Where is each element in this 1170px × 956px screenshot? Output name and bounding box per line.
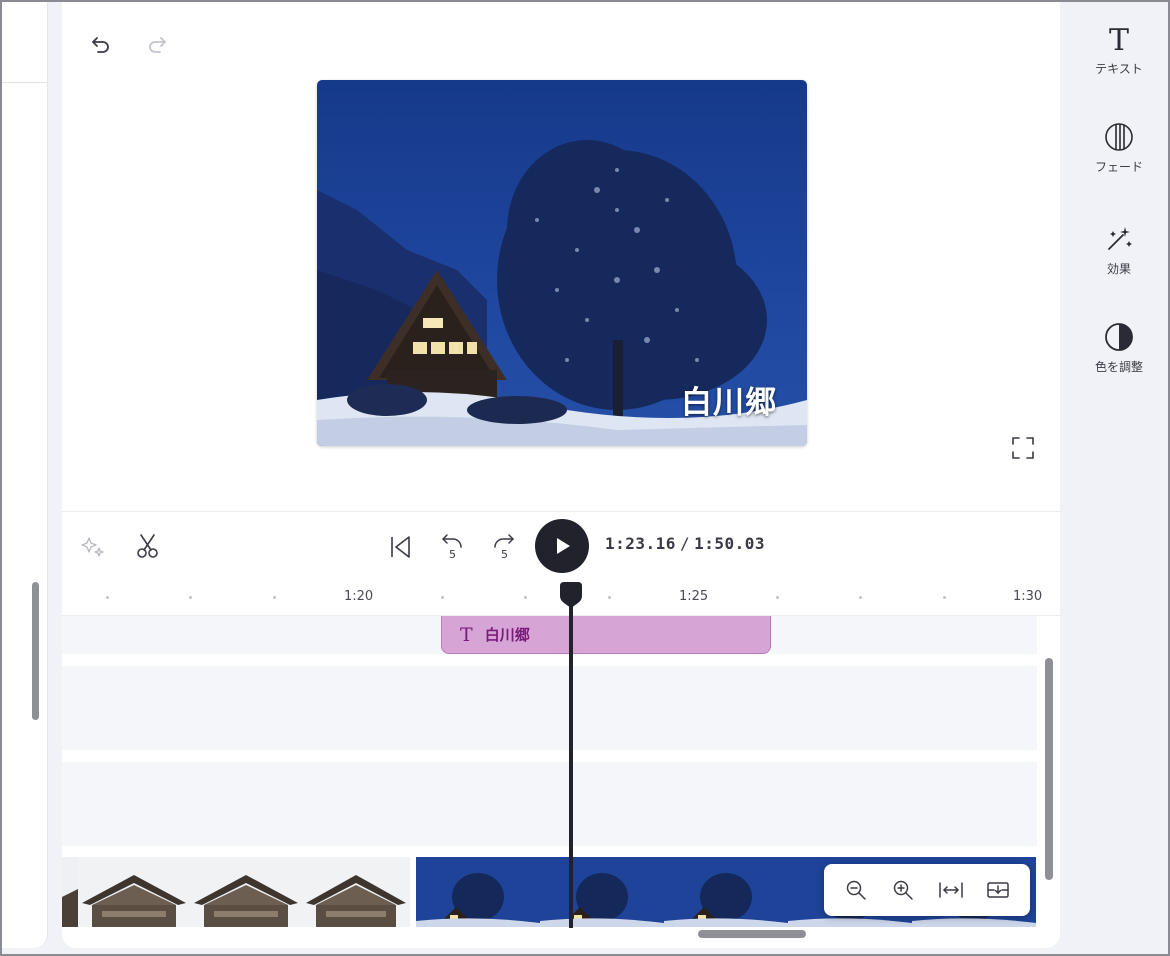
ruler-tick [943, 596, 946, 599]
ruler-label: 1:20 [344, 589, 374, 604]
fullscreen-button[interactable] [1009, 434, 1037, 462]
svg-text:T: T [1109, 23, 1129, 55]
color-adjust-tool[interactable]: 色を調整 [1078, 318, 1160, 375]
zoom-toolbar [824, 864, 1030, 916]
magic-edit-button[interactable] [78, 532, 108, 562]
fade-icon [1099, 118, 1139, 156]
current-time: 1:23.16 [605, 534, 676, 553]
ruler-tick [524, 596, 527, 599]
text-clip-icon: T [460, 623, 473, 646]
empty-track[interactable] [62, 762, 1037, 846]
color-adjust-tool-label: 色を調整 [1094, 360, 1143, 374]
video-thumbnail [664, 857, 788, 927]
redo-icon [149, 37, 166, 53]
skip-back-icon [391, 536, 410, 558]
svg-text:5: 5 [449, 548, 456, 561]
video-thumbnail [78, 857, 190, 927]
scissors-icon [137, 534, 158, 558]
playhead-marker-icon [560, 582, 582, 608]
time-separator: / [679, 534, 691, 553]
sparkle-icon [81, 537, 104, 557]
preview-divider [62, 511, 1060, 512]
text-clip[interactable]: T 白川郷 [441, 616, 771, 654]
playhead-handle[interactable] [556, 580, 586, 610]
video-thumbnail [62, 857, 78, 927]
video-thumbnail [416, 857, 540, 927]
expand-track-icon [987, 882, 1009, 898]
empty-track[interactable] [62, 666, 1037, 750]
total-time: 1:50.03 [694, 534, 766, 553]
zoom-out-button[interactable] [839, 873, 873, 907]
ruler-tick [859, 596, 862, 599]
timeline-vertical-scrollbar[interactable] [1045, 658, 1053, 880]
fullscreen-icon [1012, 437, 1034, 459]
ruler-tick [776, 596, 779, 599]
video-thumbnail [190, 857, 302, 927]
fit-width-icon [939, 882, 963, 898]
video-thumbnail [540, 857, 664, 927]
zoom-in-button[interactable] [886, 873, 920, 907]
ruler-tick [608, 596, 611, 599]
skip-to-start-button[interactable] [385, 532, 415, 562]
video-preview[interactable]: 白川郷 [317, 80, 807, 446]
timecode-display: 1:23.16/1:50.03 [605, 534, 765, 553]
ruler-tick [273, 596, 276, 599]
rewind-5s-button[interactable]: 5 [436, 530, 468, 562]
effects-tool-label: 効果 [1106, 262, 1131, 276]
text-tool-label: テキスト [1095, 62, 1143, 76]
undo-button[interactable] [86, 30, 116, 60]
forward-5s-button[interactable]: 5 [488, 530, 520, 562]
fade-tool-label: フェード [1094, 160, 1143, 174]
expand-tracks-button[interactable] [981, 873, 1015, 907]
rewind-5-icon: 5 [442, 534, 462, 561]
text-tool[interactable]: T テキスト [1078, 20, 1160, 77]
zoom-in-icon [894, 880, 913, 900]
ruler-tick [189, 596, 192, 599]
playhead[interactable] [569, 602, 573, 928]
preview-caption-text: 白川郷 [681, 385, 777, 421]
left-rail [2, 2, 48, 948]
effects-tool[interactable]: 効果 [1078, 220, 1160, 277]
undo-icon [92, 37, 109, 53]
fade-tool[interactable]: フェード [1078, 118, 1160, 175]
ruler-tick [441, 596, 444, 599]
color-contrast-icon [1099, 318, 1139, 356]
fit-timeline-button[interactable] [934, 873, 968, 907]
ruler-label: 1:30 [1013, 589, 1043, 604]
magic-wand-icon [1099, 220, 1139, 258]
text-clip-label: 白川郷 [484, 626, 530, 644]
split-button[interactable] [132, 530, 164, 562]
timeline-horizontal-scrollbar[interactable] [698, 930, 806, 938]
left-rail-divider [2, 82, 48, 83]
video-thumbnail [302, 857, 410, 927]
text-t-icon: T [1099, 20, 1139, 58]
forward-5-icon: 5 [494, 534, 514, 561]
ruler-label: 1:25 [679, 589, 709, 604]
zoom-out-icon [846, 880, 866, 900]
svg-text:5: 5 [501, 548, 508, 561]
video-editor: 白川郷 5 5 1:23.16 / 1:50.03 1:20 1:25 1:30… [62, 2, 1060, 948]
left-scrollbar[interactable] [32, 582, 39, 720]
ruler-tick [106, 596, 109, 599]
play-button[interactable] [535, 519, 589, 573]
play-icon [557, 538, 570, 554]
redo-button[interactable] [142, 30, 172, 60]
